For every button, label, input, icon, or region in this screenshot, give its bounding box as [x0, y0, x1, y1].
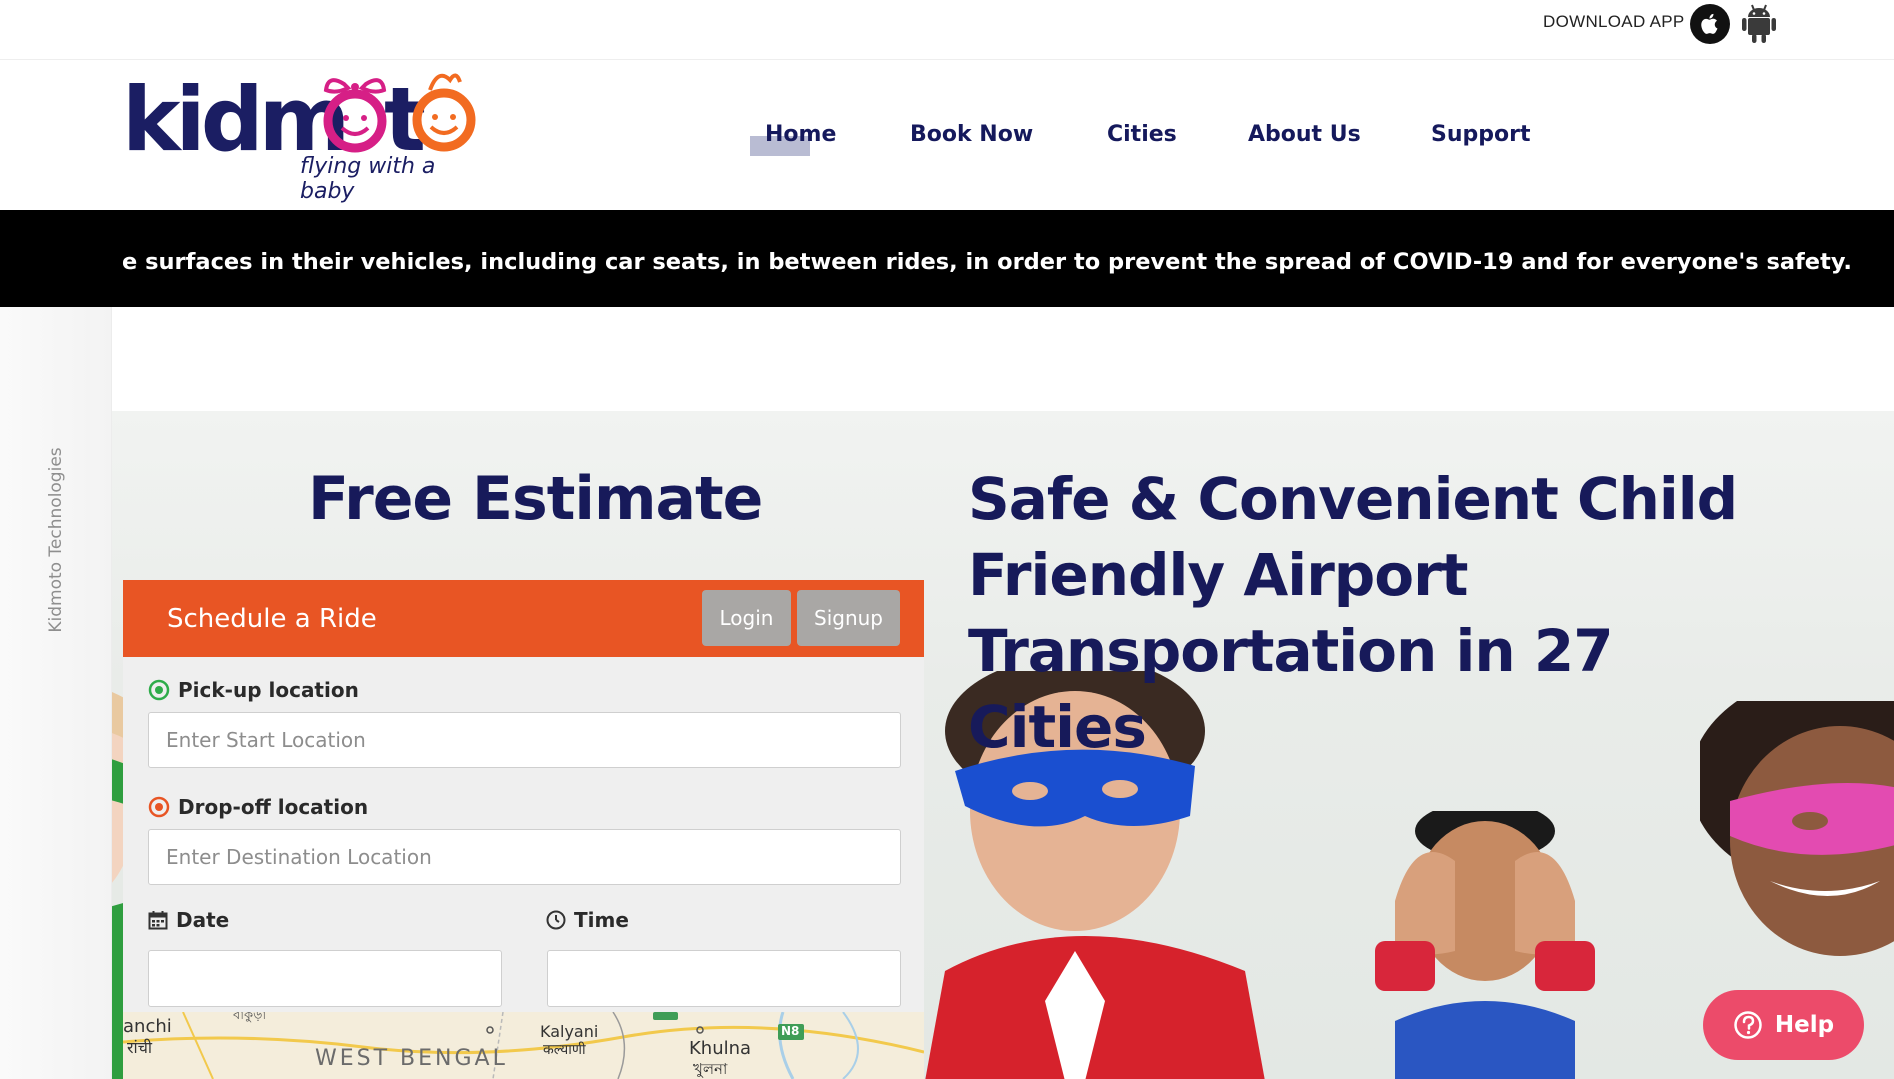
free-estimate-heading: Free Estimate: [308, 464, 763, 534]
date-label-text: Date: [176, 908, 230, 932]
android-icon[interactable]: [1741, 2, 1777, 46]
dropoff-label: Drop-off location: [148, 795, 368, 819]
schedule-card-header: Schedule a Ride Login Signup: [123, 580, 924, 657]
date-label: Date: [148, 908, 229, 932]
download-app-label: DOWNLOAD APP: [1543, 12, 1685, 31]
side-company-label: Kidmoto Technologies: [46, 447, 66, 633]
hero-tagline: Safe & Convenient Child Friendly Airport…: [968, 465, 1738, 761]
main-nav: Home Book Now Cities About Us Support: [0, 60, 1894, 210]
signup-button[interactable]: Signup: [797, 590, 900, 646]
page: DOWNLOAD APP kidm t flying with a baby H…: [0, 0, 1894, 1079]
map-label-kalyani: Kalyani: [540, 1022, 599, 1041]
time-label: Time: [546, 908, 629, 932]
nav-book-now[interactable]: Book Now: [910, 122, 1033, 147]
nav-home[interactable]: Home: [765, 122, 836, 147]
map-label-kalyani-local: कल्याणी: [543, 1042, 586, 1058]
dropoff-location-input[interactable]: [148, 829, 901, 885]
map-label-khulna: Khulna: [689, 1038, 752, 1059]
kid-covering-eyes-image: [1375, 811, 1595, 1079]
map-label-ranchi: anchi: [123, 1016, 172, 1037]
top-bar: DOWNLOAD APP: [0, 0, 1894, 60]
pickup-location-input[interactable]: [148, 712, 901, 768]
map-label-region: WEST BENGAL: [315, 1046, 508, 1071]
map-label-bankura: বাঁকুড়া: [233, 1012, 267, 1023]
time-input[interactable]: [547, 950, 901, 1007]
apple-glyph: [1701, 13, 1718, 34]
map-route-badge: N8: [781, 1024, 800, 1038]
nav-about-us[interactable]: About Us: [1248, 122, 1361, 147]
ticker-text: e surfaces in their vehicles, including …: [122, 249, 1852, 275]
dropoff-label-text: Drop-off location: [178, 795, 369, 819]
apple-icon[interactable]: [1690, 4, 1730, 44]
time-label-text: Time: [574, 908, 629, 932]
login-button[interactable]: Login: [702, 590, 791, 646]
map-label-ranchi-local: रांची: [127, 1038, 152, 1057]
calendar-icon: [148, 911, 168, 930]
pickup-label-text: Pick-up location: [178, 678, 359, 702]
header: kidm t flying with a baby Home Book Now …: [0, 60, 1894, 210]
help-question-icon: [1734, 1011, 1762, 1039]
pickup-target-icon: [148, 679, 170, 701]
pickup-label: Pick-up location: [148, 678, 359, 702]
help-button[interactable]: Help: [1703, 990, 1864, 1060]
schedule-ride-title: Schedule a Ride: [167, 604, 377, 634]
hero-section: Free Estimate Safe & Convenient Child Fr…: [0, 411, 1894, 1079]
covid-ticker: e surfaces in their vehicles, including …: [0, 210, 1894, 307]
android-glyph: [1742, 4, 1776, 43]
route-map[interactable]: বাঁকুড়া anchi रांची WEST BENGAL Kalyani…: [123, 1012, 924, 1079]
nav-cities[interactable]: Cities: [1107, 122, 1177, 147]
clock-icon: [546, 910, 566, 930]
help-label: Help: [1774, 1012, 1835, 1038]
dropoff-target-icon: [148, 796, 170, 818]
map-label-khulna-local: খুলনা: [693, 1060, 728, 1078]
date-input[interactable]: [148, 950, 502, 1007]
nav-support[interactable]: Support: [1431, 122, 1530, 147]
schedule-ride-card: Schedule a Ride Login Signup Pick-up loc…: [123, 580, 924, 1079]
